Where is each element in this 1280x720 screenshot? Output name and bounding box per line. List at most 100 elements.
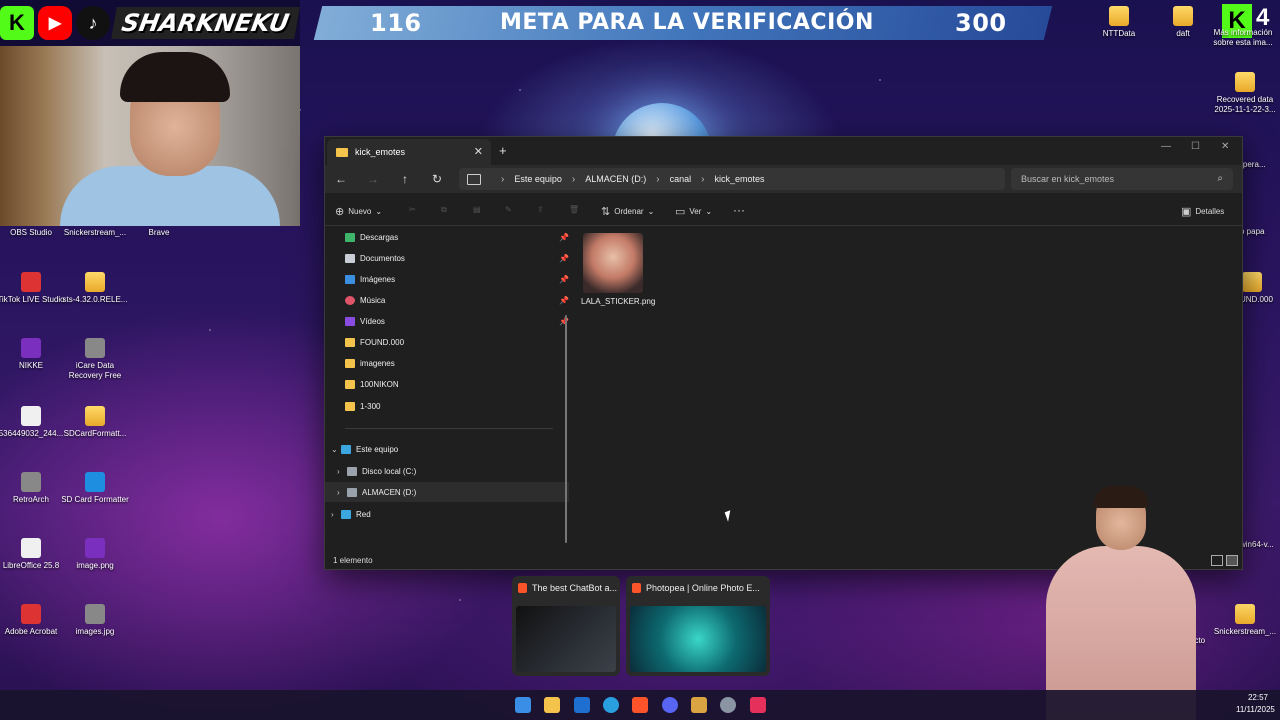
desktop-icon-nikke[interactable]: NIKKE — [0, 338, 66, 371]
desktop-icon-icare[interactable]: iCare Data Recovery Free — [60, 338, 130, 381]
breadcrumb-item[interactable]: kick_emotes — [714, 174, 764, 184]
sidebar-item-este-equipo[interactable]: ⌄ Este equipo — [325, 439, 563, 459]
start-windows-icon[interactable] — [515, 697, 531, 713]
breadcrumb-item[interactable]: canal — [670, 174, 692, 184]
sidebar-item-100nikon[interactable]: 100NIKON — [325, 374, 577, 394]
edge-taskbar-icon[interactable] — [603, 697, 619, 713]
sidebar-item-imagenes[interactable]: Imágenes 📌 — [325, 269, 577, 289]
desktop-icon-obs[interactable]: OBS Studio — [0, 228, 66, 238]
sidebar-item-imagenes-folder[interactable]: imagenes — [325, 353, 577, 373]
sidebar-item-documentos[interactable]: Documentos 📌 — [325, 248, 577, 268]
sidebar-item-descargas[interactable]: Descargas 📌 — [325, 227, 577, 247]
sidebar-item-almacen[interactable]: › ALMACEN (D:) — [325, 482, 569, 502]
sidebar-item-musica[interactable]: Música 📌 — [325, 290, 577, 310]
search-placeholder: Buscar en kick_emotes — [1021, 174, 1115, 184]
cut-icon[interactable]: ✂ — [409, 205, 416, 214]
new-tab-button[interactable]: + — [499, 143, 507, 158]
breadcrumb-item[interactable]: Este equipo — [514, 174, 562, 184]
app-taskbar-icon[interactable] — [691, 697, 707, 713]
desktop-icon-found[interactable]: UND.000 — [1240, 272, 1280, 305]
sidebar-item-1-300[interactable]: 1-300 — [325, 396, 577, 416]
share-icon[interactable]: ⇪ — [537, 205, 544, 214]
search-input[interactable]: Buscar en kick_emotes ⌕ — [1011, 168, 1233, 190]
desktop-icon-snickerstream-right[interactable]: Snickerstream_... — [1210, 604, 1280, 637]
sort-button[interactable]: ⇅ Ordenar ⌄ — [601, 205, 654, 218]
tab-kick-emotes[interactable]: kick_emotes ✕ — [327, 139, 491, 165]
details-button[interactable]: ▣ Detalles — [1181, 205, 1224, 218]
chevron-right-icon: › — [656, 173, 660, 185]
forward-button[interactable]: → — [363, 170, 383, 188]
desktop-icon-acrobat[interactable]: Adobe Acrobat — [0, 604, 66, 637]
address-bar[interactable]: › Este equipo › ALMACEN (D:) › canal › k… — [459, 168, 1005, 190]
maximize-icon[interactable]: ☐ — [1191, 141, 1200, 152]
chevron-down-icon: ⌄ — [705, 207, 713, 216]
desktop-icon-retroarch[interactable]: RetroArch — [0, 472, 66, 505]
more-options-button[interactable]: ··· — [733, 203, 745, 217]
command-bar: ⊕ Nuevo ⌄ ✂ ⧉ ▤ ✎ ⇪ 🗑 ⇅ Ordenar ⌄ ▭ Ver … — [325, 197, 1242, 226]
sidebar-item-red[interactable]: › Red — [325, 504, 563, 524]
file-item[interactable]: LALA_STICKER.png — [581, 233, 655, 307]
outlook-taskbar-icon[interactable] — [574, 697, 590, 713]
up-button[interactable]: ↑ — [395, 170, 415, 188]
view-button[interactable]: ▭ Ver ⌄ — [675, 205, 712, 218]
taskbar-preview-photopea[interactable]: Photopea | Online Photo E... — [626, 576, 770, 676]
sidebar-item-found[interactable]: FOUND.000 — [325, 332, 577, 352]
file-explorer-taskbar-icon[interactable] — [544, 697, 560, 713]
copy-icon[interactable]: ⧉ — [441, 205, 447, 215]
back-button[interactable]: ← — [331, 170, 351, 188]
desktop-icon-images-jpg[interactable]: images.jpg — [60, 604, 130, 637]
desktop-icon-sdcardformatter-folder[interactable]: SDCardFormatt... — [60, 406, 130, 439]
chevron-down-icon: ⌄ — [647, 207, 655, 216]
desktop-icon-image-png[interactable]: image.png — [60, 538, 130, 571]
chevron-right-icon: › — [571, 173, 576, 185]
desktop-icon-brave[interactable]: Brave — [124, 228, 194, 238]
minimize-icon[interactable]: — — [1161, 141, 1171, 152]
brave-taskbar-icon[interactable] — [632, 697, 648, 713]
taskbar-preview-chatbot[interactable]: The best ChatBot a... — [512, 576, 620, 676]
desktop-icon-info[interactable]: Más información sobre esta ima... — [1208, 28, 1278, 48]
sidebar-scrollbar[interactable] — [565, 315, 567, 543]
chevron-down-icon: ⌄ — [375, 207, 383, 216]
desktop-icon-recovered-data[interactable]: Recovered data 2025-11-1-22-3... — [1210, 72, 1280, 115]
sidebar-item-label: Documentos — [360, 253, 405, 263]
desktop-icon-sd-card-formatter[interactable]: SD Card Formatter — [60, 472, 130, 505]
refresh-button[interactable]: ↻ — [427, 170, 447, 188]
desktop-icon-image-file-1[interactable]: 536449032_244... — [0, 406, 66, 439]
image-file-icon — [21, 406, 41, 426]
desktop-icon-papa[interactable]: o papa — [1240, 227, 1280, 237]
sidebar-item-videos[interactable]: Vídeos 📌 — [325, 311, 577, 331]
discord-taskbar-icon[interactable] — [662, 697, 678, 713]
desktop-icon-snickerstream[interactable]: Snickerstream_... — [60, 228, 130, 238]
sidebar-item-disco-local[interactable]: › Disco local (C:) — [325, 461, 569, 481]
desktop-icon-label: OBS Studio — [10, 228, 52, 237]
settings-taskbar-icon[interactable] — [720, 697, 736, 713]
music-icon — [345, 295, 355, 305]
desktop-icon-win64[interactable]: win64-v... — [1240, 540, 1280, 550]
tiktok-icon — [21, 272, 41, 292]
folder-icon — [345, 401, 355, 411]
details-view-icon[interactable] — [1211, 555, 1223, 566]
paste-icon[interactable]: ▤ — [473, 205, 481, 214]
chevron-right-icon: › — [337, 487, 340, 497]
tiktok-taskbar-icon[interactable] — [750, 697, 766, 713]
kick-logo-icon: K — [0, 6, 34, 40]
image-file-icon — [85, 538, 105, 558]
chevron-right-icon: › — [501, 173, 505, 185]
close-window-icon[interactable]: ✕ — [1221, 141, 1229, 152]
system-clock[interactable]: 22:57 11/11/2025 — [1236, 692, 1275, 716]
delete-icon[interactable]: 🗑 — [569, 205, 579, 214]
new-label: Nuevo — [348, 207, 372, 216]
acrobat-icon — [21, 604, 41, 624]
thumbnail-view-icon[interactable] — [1226, 555, 1238, 566]
desktop-icon-label: Snickerstream_... — [1213, 627, 1277, 636]
desktop-icon-tiktok-live[interactable]: TikTok LIVE Studio — [0, 272, 66, 305]
desktop-icon-libreoffice[interactable]: LibreOffice 25.8 — [0, 538, 66, 571]
desktop-icon-label: NIKKE — [18, 361, 43, 370]
chevron-right-icon: › — [701, 173, 705, 185]
desktop-icon-nttdata[interactable]: NTTData — [1084, 6, 1154, 39]
rename-icon[interactable]: ✎ — [505, 205, 512, 214]
breadcrumb-item[interactable]: ALMACEN (D:) — [585, 174, 646, 184]
desktop-icon-sts[interactable]: sts-4.32.0.RELE... — [60, 272, 130, 305]
new-button[interactable]: ⊕ Nuevo ⌄ — [335, 205, 382, 218]
close-tab-icon[interactable]: ✕ — [474, 145, 483, 158]
